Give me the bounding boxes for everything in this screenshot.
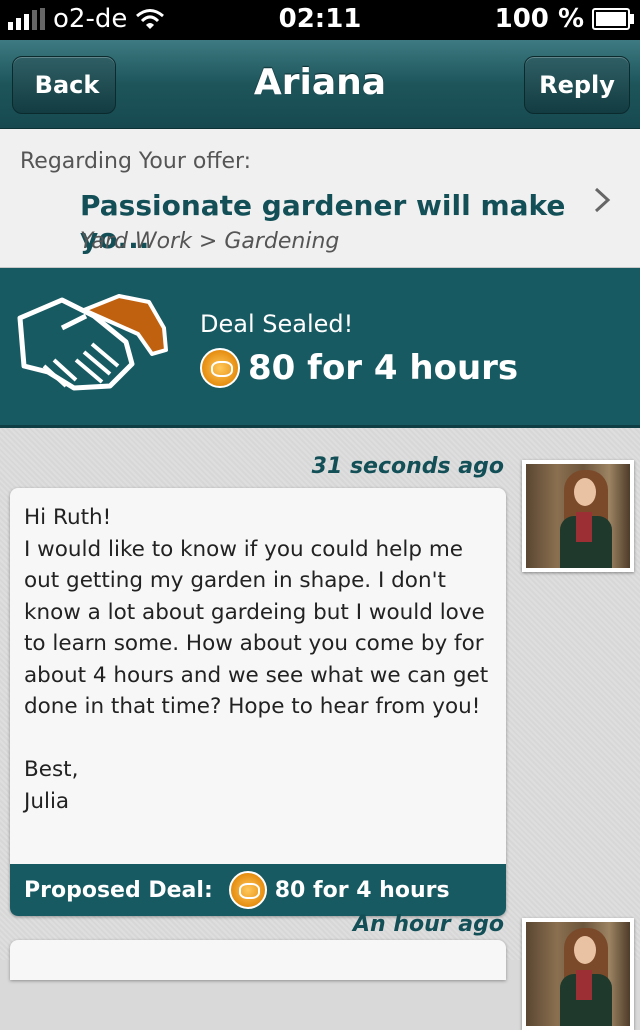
coin-icon: [200, 348, 240, 388]
message-thread[interactable]: 31 seconds ago Hi Ruth! I would like to …: [0, 428, 640, 1030]
deal-status: Deal Sealed!: [200, 310, 354, 338]
message-bubble: [10, 940, 506, 980]
handshake-icon: [17, 294, 168, 391]
message-bubble: Hi Ruth! I would like to know if you cou…: [10, 488, 506, 916]
navigation-bar: Ariana Back Reply: [0, 40, 640, 129]
proposed-deal-bar: Proposed Deal: 80 for 4 hours: [10, 864, 506, 916]
proposed-deal-label: Proposed Deal:: [24, 877, 213, 903]
offer-reference[interactable]: Regarding Your offer: Passionate gardene…: [0, 129, 640, 269]
battery-percent: 100 %: [494, 4, 584, 34]
reply-button-label: Reply: [539, 71, 615, 99]
reply-button[interactable]: Reply: [524, 56, 630, 114]
deal-banner: Deal Sealed! 80 for 4 hours: [0, 268, 640, 428]
battery-icon: [592, 8, 634, 30]
offer-category: Yard Work > Gardening: [80, 229, 340, 254]
chevron-right-icon: [594, 187, 611, 213]
deal-value: 80 for 4 hours: [200, 348, 518, 388]
message-timestamp: 31 seconds ago: [311, 454, 504, 479]
message-body: Hi Ruth! I would like to know if you cou…: [24, 505, 489, 814]
avatar[interactable]: [522, 918, 634, 1030]
message-timestamp: An hour ago: [352, 912, 504, 937]
status-bar: o2-de 02:11 100 %: [0, 0, 640, 40]
status-right: 100 %: [494, 4, 634, 34]
regarding-label: Regarding Your offer:: [20, 149, 252, 174]
deal-value-text: 80 for 4 hours: [248, 348, 519, 388]
proposed-deal-value: 80 for 4 hours: [228, 871, 450, 909]
proposed-deal-text: 80 for 4 hours: [274, 877, 450, 903]
avatar[interactable]: [522, 460, 634, 572]
back-button[interactable]: Back: [12, 56, 116, 114]
coin-icon: [228, 871, 267, 909]
back-button-label: Back: [34, 71, 100, 99]
